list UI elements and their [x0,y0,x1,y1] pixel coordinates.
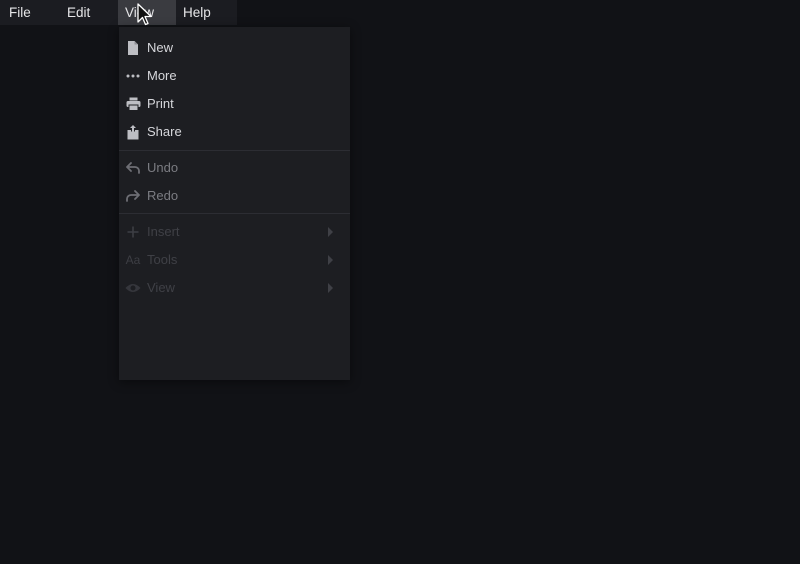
menu-item-undo[interactable]: Undo [119,154,350,182]
menu-item-label: Share [147,124,182,139]
undo-icon [125,161,141,175]
view-dropdown-menu: New More Print Share Undo Redo Insert Aa… [119,27,350,380]
menu-edit[interactable]: Edit [59,0,118,25]
menu-item-more[interactable]: More [119,62,350,90]
text-format-icon: Aa [125,253,141,267]
mouse-pointer-icon [137,3,153,27]
menu-item-print[interactable]: Print [119,90,350,118]
menu-bar: File Edit View Help [0,0,237,25]
menu-help[interactable]: Help [176,0,237,25]
menu-item-insert[interactable]: Insert [119,218,350,246]
menu-item-label: Redo [147,188,179,203]
share-icon [125,124,141,139]
menu-item-label: Print [147,96,174,111]
eye-icon [125,281,141,295]
menu-item-label: View [147,280,175,295]
submenu-arrow-icon [328,227,333,237]
menu-item-label: Tools [147,252,178,267]
menu-item-label: Insert [147,224,180,239]
ellipsis-icon [125,69,141,83]
menu-item-redo[interactable]: Redo [119,182,350,210]
submenu-arrow-icon [328,283,333,293]
plus-icon [125,225,141,239]
menu-item-share[interactable]: Share [119,118,350,146]
document-icon [125,41,141,55]
printer-icon [125,97,141,111]
menu-item-label: More [147,68,177,83]
menu-item-new[interactable]: New [119,34,350,62]
menu-item-label: New [147,40,174,55]
menu-item-tools[interactable]: Aa Tools [119,246,350,274]
menu-item-label: Undo [147,160,179,175]
redo-icon [125,189,141,203]
menu-divider [119,213,350,214]
menu-divider [119,150,350,151]
menu-file[interactable]: File [0,0,59,25]
submenu-arrow-icon [328,255,333,265]
menu-item-view[interactable]: View [119,274,350,302]
